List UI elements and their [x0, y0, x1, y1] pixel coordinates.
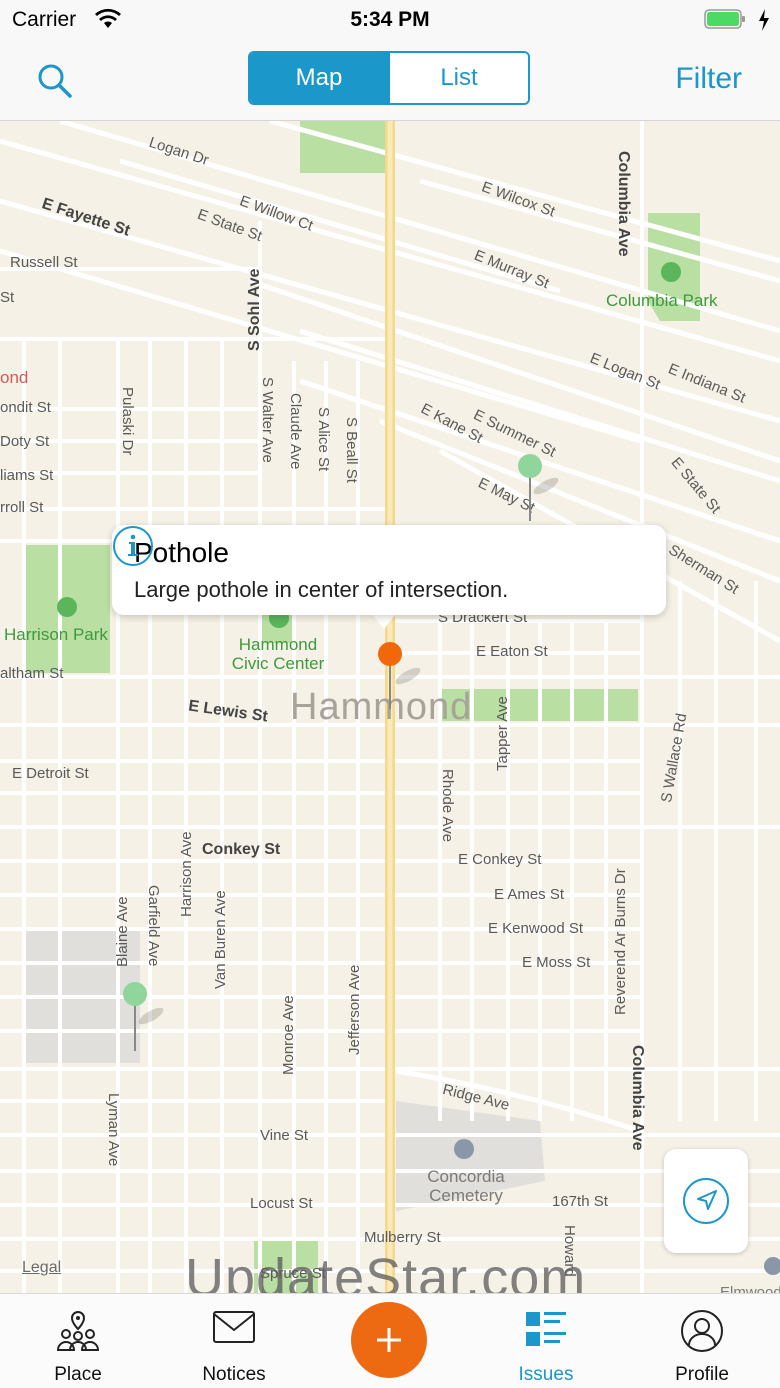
tab-issues[interactable]: Issues	[468, 1294, 624, 1388]
street-label: rroll St	[0, 499, 44, 516]
street-label: Doty St	[0, 433, 50, 450]
callout-description: Large pothole in center of intersection.	[134, 577, 509, 602]
street-label: Monroe Ave	[280, 995, 297, 1075]
add-issue-button[interactable]	[351, 1302, 427, 1378]
profile-icon	[681, 1310, 723, 1352]
cemetery-label: Concordia Cemetery	[427, 1167, 505, 1205]
tab-place[interactable]: Place	[0, 1294, 156, 1388]
segment-list[interactable]: List	[388, 53, 528, 103]
street-label: E Kenwood St	[488, 920, 584, 937]
street-label: 167th St	[552, 1193, 608, 1210]
view-segmented-control: Map List	[248, 51, 530, 105]
street-label: Blaine Ave	[114, 896, 131, 967]
street-label: St	[0, 289, 15, 306]
place-label: Elmwood	[720, 1284, 780, 1293]
nav-bar: Map List Filter	[0, 40, 780, 121]
segment-map[interactable]: Map	[250, 53, 388, 103]
street-label: Van Buren Ave	[212, 890, 229, 989]
street-label: Vine St	[260, 1127, 309, 1144]
street-label: Garfield Ave	[145, 885, 162, 967]
street-label: S Walter Ave	[259, 377, 276, 463]
issue-callout[interactable]: Pothole Large pothole in center of inter…	[112, 525, 666, 615]
status-bar: Carrier 5:34 PM	[0, 0, 780, 40]
locate-me-button[interactable]	[664, 1149, 748, 1253]
street-label: Columbia Ave	[629, 1045, 646, 1151]
park-label: Columbia Park	[606, 291, 718, 310]
street-label: E Moss St	[522, 954, 591, 971]
street-label: E Ames St	[494, 886, 565, 903]
street-label: Jefferson Ave	[346, 964, 363, 1055]
street-label: Conkey St	[202, 841, 281, 858]
place-icon	[56, 1310, 100, 1351]
map-pin-green[interactable]	[117, 981, 167, 1053]
street-label: altham St	[0, 665, 64, 682]
tab-profile[interactable]: Profile	[624, 1294, 780, 1388]
envelope-icon	[213, 1311, 255, 1343]
place-label: ond	[0, 368, 29, 387]
tab-notices[interactable]: Notices	[156, 1294, 312, 1388]
clock: 5:34 PM	[350, 8, 430, 31]
issues-icon	[526, 1312, 566, 1346]
street-label: E Detroit St	[12, 765, 89, 782]
street-label: E Eaton St	[476, 643, 548, 660]
street-label: Claude Ave	[287, 393, 304, 470]
street-label: S Beall St	[343, 417, 360, 483]
tab-label: Issues	[518, 1364, 574, 1385]
battery-icon	[704, 9, 745, 29]
location-arrow-icon	[683, 1178, 729, 1224]
plus-icon	[377, 1328, 401, 1352]
street-label: Russell St	[10, 254, 78, 271]
street-label: S Sohl Ave	[246, 268, 263, 351]
street-label: S Alice St	[315, 407, 332, 472]
street-label: Reverend Ar Burns Dr	[612, 868, 629, 1015]
street-label: ondit St	[0, 399, 51, 416]
map-view[interactable]: Logan Dr E Fayette St E State St E Willo…	[0, 121, 780, 1293]
street-label: Columbia Ave	[615, 151, 632, 257]
map-pin-selected[interactable]	[374, 641, 424, 713]
street-label: Rhode Ave	[439, 769, 456, 843]
street-label: Mulberry St	[364, 1229, 441, 1246]
map-pin-green[interactable]	[512, 453, 562, 525]
street-label: Tapper Ave	[494, 696, 511, 771]
street-label: Harrison Ave	[178, 831, 195, 917]
street-label: Pulaski Dr	[119, 387, 136, 456]
street-label: Locust St	[250, 1195, 313, 1212]
tab-label: Notices	[202, 1364, 266, 1385]
civic-center-label: Hammond Civic Center	[231, 635, 325, 673]
tab-label: Profile	[675, 1364, 729, 1385]
legal-link[interactable]: Legal	[22, 1259, 61, 1277]
street-label: E Conkey St	[458, 851, 542, 868]
street-label: liams St	[0, 467, 54, 484]
street-label: Lyman Ave	[105, 1093, 122, 1167]
search-icon[interactable]	[36, 62, 74, 100]
filter-button[interactable]: Filter	[675, 62, 742, 96]
tab-label: Place	[54, 1364, 102, 1385]
watermark: UpdateStar.com	[185, 1248, 587, 1293]
info-icon[interactable]	[112, 525, 154, 567]
park-label: Harrison Park	[4, 625, 108, 644]
charging-icon	[759, 9, 769, 31]
